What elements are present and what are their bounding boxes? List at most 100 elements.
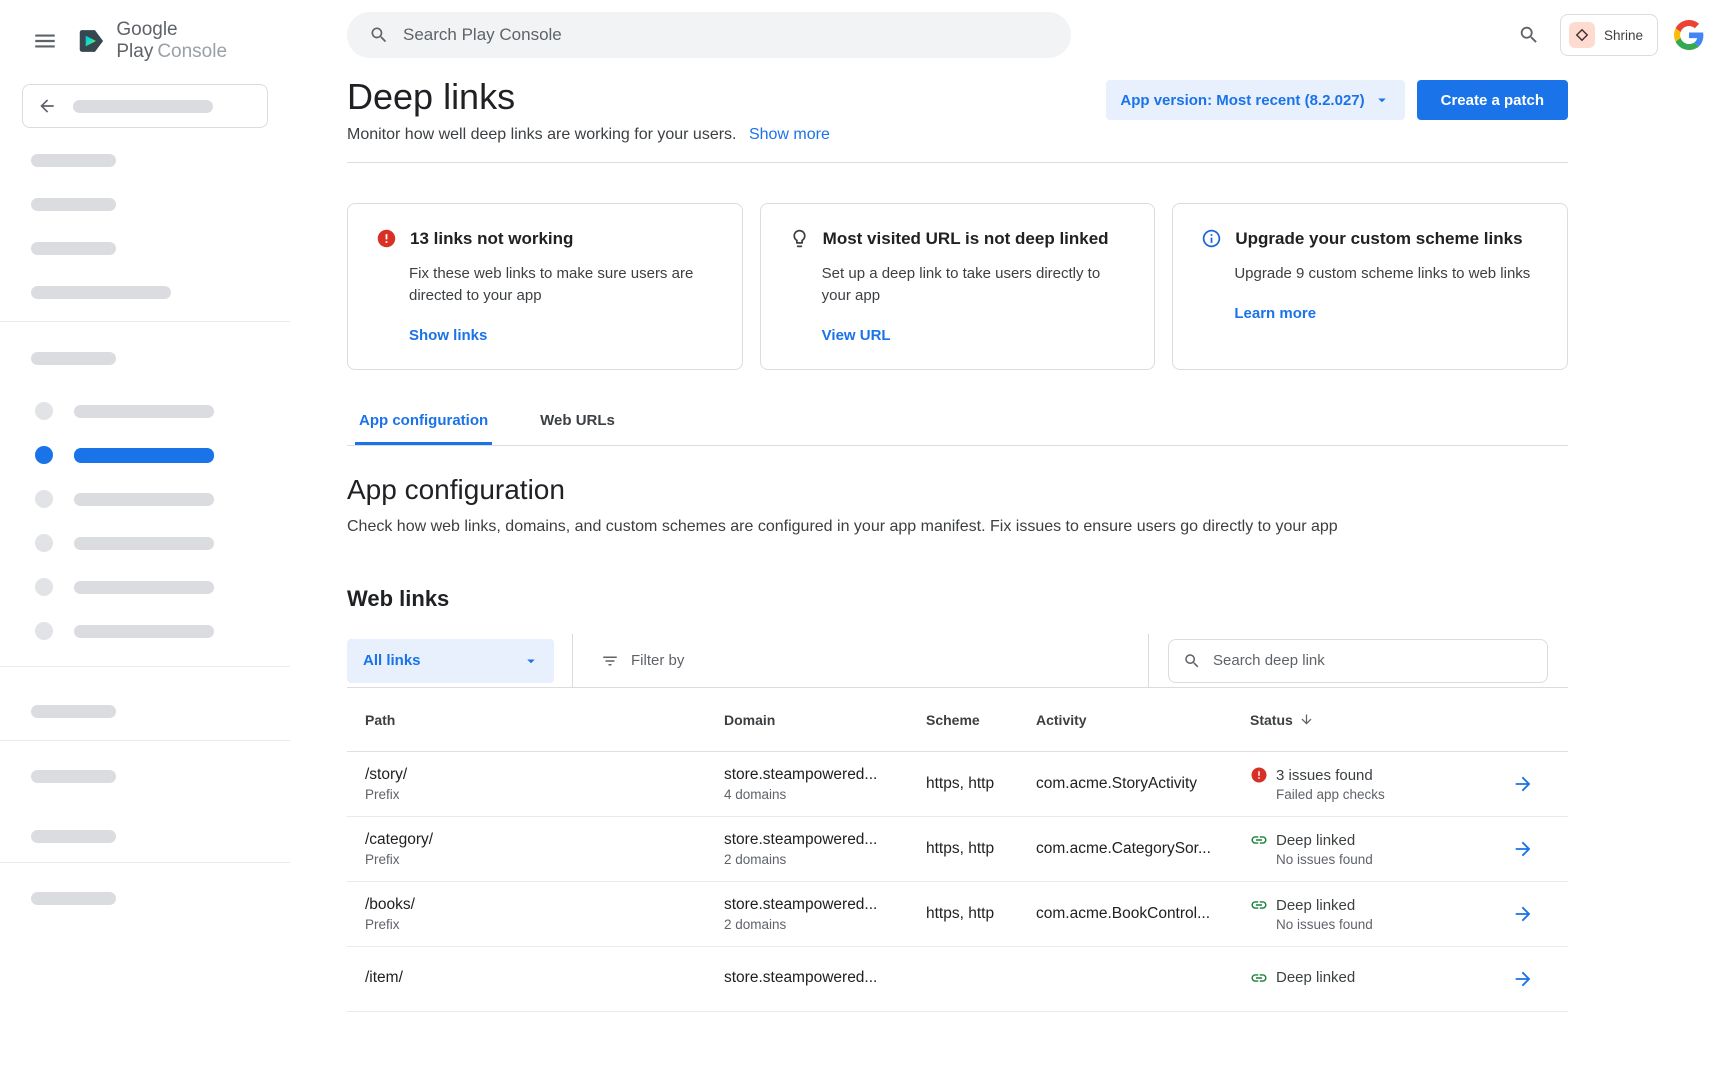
app-switcher-chip[interactable]: Shrine [1560, 14, 1658, 56]
open-row-arrow-icon[interactable] [1512, 838, 1534, 860]
app-version-label: App version: Most recent (8.2.027) [1120, 92, 1364, 109]
skeleton-bar [74, 448, 214, 463]
path-value: /books/ [365, 896, 724, 914]
skeleton-bar [31, 770, 116, 783]
card-body: Fix these web links to make sure users a… [409, 263, 714, 307]
shrine-app-icon [1569, 22, 1595, 48]
activity-value: com.acme.StoryActivity [1036, 775, 1250, 793]
deep-link-search[interactable] [1168, 639, 1548, 683]
create-patch-button[interactable]: Create a patch [1417, 80, 1568, 120]
skeleton-dot [35, 534, 53, 552]
status-value: 3 issues found [1276, 767, 1373, 784]
filter-by-label: Filter by [631, 652, 684, 669]
domain-value: store.steampowered... [724, 766, 926, 784]
learn-more-link[interactable]: Learn more [1234, 305, 1316, 322]
google-account-avatar[interactable] [1674, 20, 1704, 50]
tab-web-urls[interactable]: Web URLs [536, 412, 619, 445]
column-activity: Activity [1036, 712, 1250, 728]
domain-note: 2 domains [724, 852, 926, 867]
error-icon [376, 228, 397, 249]
sort-descending-icon [1299, 712, 1314, 727]
path-value: /story/ [365, 766, 724, 784]
table-row[interactable]: /story/Prefix store.steampowered...4 dom… [347, 752, 1568, 817]
skeleton-bar [31, 352, 116, 365]
deep-link-icon [1250, 896, 1268, 914]
chevron-down-icon [1373, 91, 1391, 109]
path-note: Prefix [365, 917, 724, 932]
scheme-value: https, http [926, 775, 1036, 793]
card-title: 13 links not working [410, 229, 573, 249]
open-row-arrow-icon[interactable] [1512, 968, 1534, 990]
sidebar-item-skeleton [0, 578, 290, 596]
play-console-logo: Google PlayConsole [76, 19, 290, 63]
divider [347, 162, 1568, 163]
open-row-arrow-icon[interactable] [1512, 773, 1534, 795]
card-body: Set up a deep link to take users directl… [822, 263, 1127, 307]
divider [0, 862, 290, 863]
status-note: No issues found [1276, 917, 1512, 932]
domain-value: store.steampowered... [724, 831, 926, 849]
play-console-app: Google PlayConsole [0, 0, 1728, 1080]
links-filter-dropdown[interactable]: All links [347, 639, 554, 683]
app-version-dropdown[interactable]: App version: Most recent (8.2.027) [1106, 80, 1404, 120]
hamburger-icon [32, 28, 58, 54]
table-row[interactable]: /category/Prefix store.steampowered...2 … [347, 817, 1568, 882]
deep-link-search-input[interactable] [1213, 652, 1533, 669]
path-note: Prefix [365, 852, 724, 867]
divider [1148, 634, 1149, 687]
domain-note: 4 domains [724, 787, 926, 802]
card-title: Upgrade your custom scheme links [1235, 229, 1522, 249]
skeleton-bar [73, 100, 213, 113]
play-logo-icon [76, 28, 107, 54]
sidebar-item-selected[interactable] [0, 446, 290, 464]
menu-button[interactable] [28, 24, 62, 58]
domain-value: store.steampowered... [724, 896, 926, 914]
sidebar-item-skeleton [0, 402, 290, 420]
open-row-arrow-icon[interactable] [1512, 903, 1534, 925]
sidebar-skeleton-group [31, 154, 290, 299]
status-note: Failed app checks [1276, 787, 1512, 802]
table-row[interactable]: /item/ store.steampowered... Deep linked [347, 947, 1568, 1012]
sidebar-skeleton-group [31, 892, 290, 910]
search-icon [1518, 24, 1540, 46]
back-button[interactable] [22, 84, 268, 128]
tab-bar: App configuration Web URLs [347, 412, 1568, 446]
table-header: Path Domain Scheme Activity Status [347, 688, 1568, 752]
status-value: Deep linked [1276, 897, 1355, 914]
skeleton-bar [31, 892, 116, 905]
global-search[interactable] [347, 12, 1071, 58]
show-more-link[interactable]: Show more [749, 126, 830, 143]
skeleton-bar [31, 198, 116, 211]
skeleton-dot [35, 402, 53, 420]
tab-app-configuration[interactable]: App configuration [355, 412, 492, 445]
sidebar-item-skeleton [0, 490, 290, 508]
info-icon [1201, 228, 1222, 249]
card-most-visited-url: Most visited URL is not deep linked Set … [760, 203, 1156, 370]
view-url-link[interactable]: View URL [822, 327, 891, 344]
status-note: No issues found [1276, 852, 1512, 867]
scheme-value: https, http [926, 905, 1036, 923]
column-scheme: Scheme [926, 712, 1036, 728]
scheme-value: https, http [926, 840, 1036, 858]
skeleton-dot [35, 578, 53, 596]
chevron-down-icon [522, 652, 540, 670]
table-row[interactable]: /books/Prefix store.steampowered... 2 dom… [347, 882, 1568, 947]
deep-link-icon [1250, 969, 1268, 987]
card-links-not-working: 13 links not working Fix these web links… [347, 203, 743, 370]
path-value: /item/ [365, 969, 724, 987]
search-button[interactable] [1514, 20, 1544, 50]
skeleton-bar [31, 705, 116, 718]
skeleton-dot [35, 622, 53, 640]
card-title: Most visited URL is not deep linked [823, 229, 1109, 249]
domain-note: 2 domains [724, 917, 926, 932]
sidebar-skeleton-group [31, 352, 290, 370]
divider [0, 321, 290, 322]
column-status-sort[interactable]: Status [1250, 712, 1512, 728]
page-title: Deep links [347, 76, 830, 118]
lightbulb-icon [789, 228, 810, 249]
web-links-toolbar: All links Filter by [347, 634, 1568, 688]
show-links-link[interactable]: Show links [409, 327, 487, 344]
sidebar: Google PlayConsole [0, 0, 290, 1080]
filter-by-button[interactable]: Filter by [601, 652, 684, 670]
global-search-input[interactable] [403, 25, 1049, 45]
